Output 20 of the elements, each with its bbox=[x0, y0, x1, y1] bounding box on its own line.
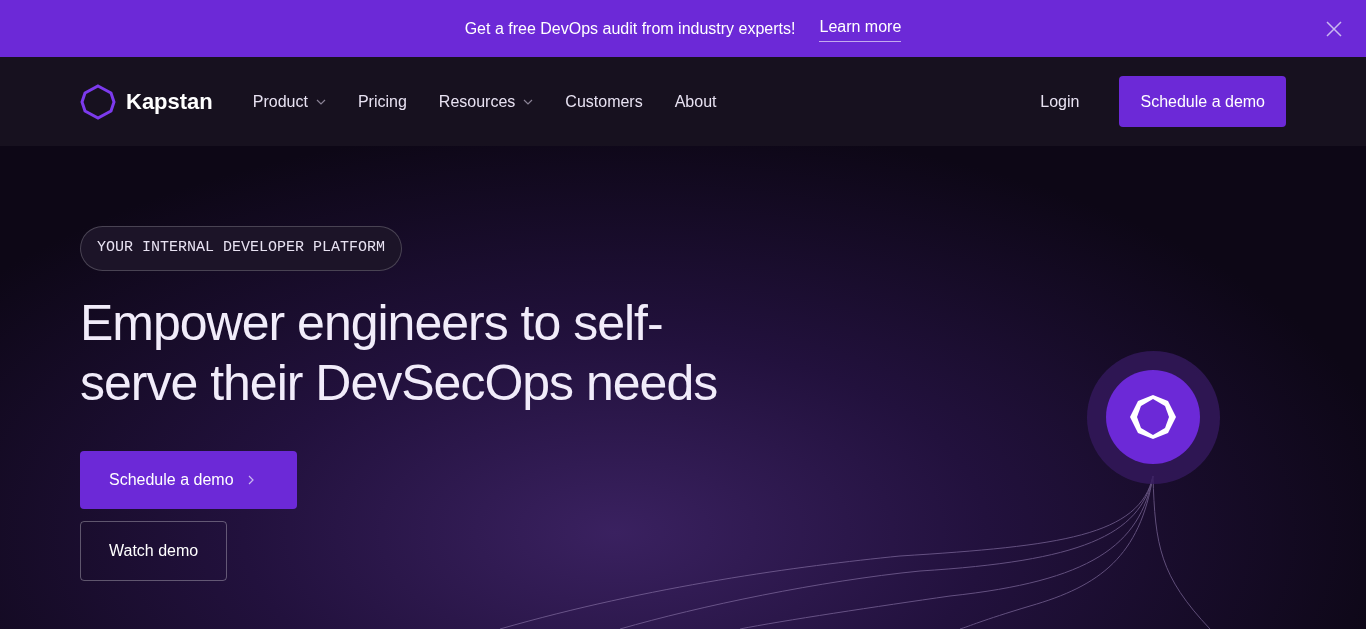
promo-text: Get a free DevOps audit from industry experts! bbox=[464, 18, 796, 39]
brand-name[interactable]: Kapstan bbox=[126, 85, 213, 118]
nav-link[interactable]: Pricing bbox=[357, 89, 407, 114]
learn-more-link[interactable]: Learn more bbox=[819, 15, 902, 42]
logo-icon bbox=[1128, 394, 1178, 440]
nav-link[interactable]: Customers bbox=[565, 89, 643, 114]
chevron-down-icon bbox=[523, 98, 534, 105]
nav-link[interactable]: Product bbox=[252, 89, 326, 114]
chevron-down-icon bbox=[315, 98, 326, 105]
nav-link[interactable]: Resources bbox=[438, 89, 534, 114]
eyebrow-tag: YOUR INTERNAL DEVELOPER PLATFORM bbox=[80, 226, 403, 271]
chevron-right-icon bbox=[247, 474, 254, 485]
logo-icon[interactable] bbox=[80, 83, 116, 120]
watch-demo-button[interactable]: Watch demo bbox=[80, 520, 228, 581]
nav-link[interactable]: About bbox=[674, 89, 717, 114]
close-icon[interactable] bbox=[1326, 21, 1342, 37]
schedule-demo-button[interactable]: Schedule a demo bbox=[80, 450, 297, 509]
hero-headline: Empower engineers to self-serve their DevSecOps needs bbox=[80, 293, 719, 413]
login-link[interactable]: Login bbox=[1040, 89, 1080, 114]
schedule-demo-button[interactable]: Schedule a demo bbox=[1119, 76, 1286, 127]
